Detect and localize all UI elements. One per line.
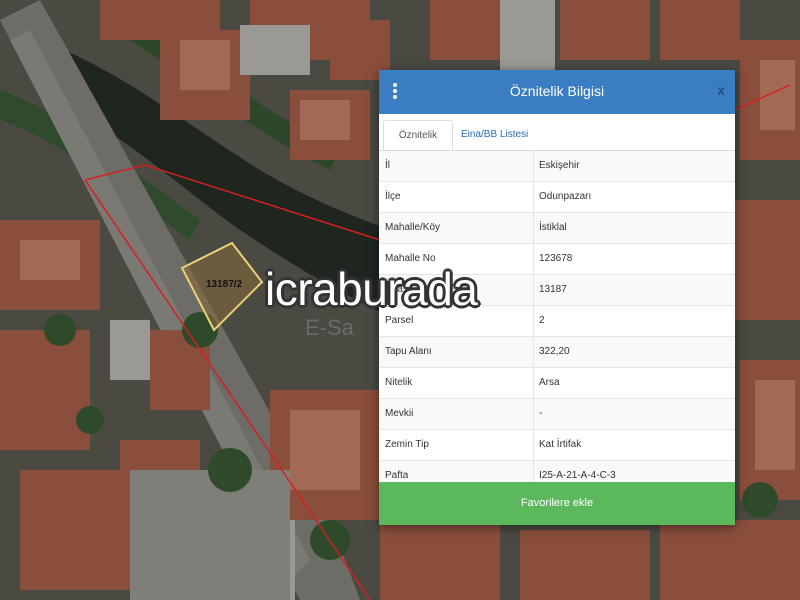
table-row: Zemin Tip Kat İrtifak [379, 430, 735, 461]
tab-attribute-info[interactable]: Öznitelik Bilgisi [383, 120, 453, 171]
panel-tabs: Öznitelik Bilgisi Eina/BB Listesi [379, 114, 735, 171]
tab-building-list[interactable]: Eina/BB Listesi [455, 120, 534, 150]
table-row: Mevkii - [379, 399, 735, 430]
row-value: Kat İrtifak [539, 439, 582, 450]
row-key: İlçe [385, 191, 401, 202]
row-key: Parsel [385, 315, 414, 326]
row-key: Tapu Alanı [385, 346, 432, 357]
row-value: I25-A-21-A-4-C-3 [539, 470, 616, 481]
row-value: Eskişehir [539, 160, 580, 171]
row-value: Arsa [539, 377, 560, 388]
table-row: İlçe Odunpazarı [379, 182, 735, 213]
row-key: Mevkii [385, 408, 414, 419]
table-row: İl Eskişehir [379, 151, 735, 182]
panel-title: Öznitelik Bilgisi [509, 83, 605, 99]
row-value: 2 [539, 315, 545, 326]
row-key: Mahalle/Köy [385, 222, 441, 233]
row-value: 123678 [539, 253, 573, 264]
row-value: Odunpazarı [539, 191, 592, 202]
table-row: Tapu Alanı 322,20 [379, 337, 735, 368]
svg-text:E-Sa: E-Sa [305, 315, 355, 340]
row-value: - [539, 408, 543, 419]
row-key: Pafta [385, 470, 409, 481]
panel-header: Öznitelik Bilgisi x [379, 70, 735, 114]
row-key: İl [385, 160, 390, 171]
row-value: 322,20 [539, 346, 570, 357]
row-value: 13187 [539, 284, 567, 295]
row-key: Zemin Tip [385, 439, 429, 450]
attribute-table: İl Eskişehir İlçe Odunpazarı Mahalle/Köy İs… [379, 151, 735, 492]
close-icon[interactable]: x [717, 82, 725, 98]
watermark-text: icraburada [265, 263, 478, 315]
table-row: Mahalle/Köy İstiklal [379, 213, 735, 244]
table-row: Nitelik Arsa [379, 368, 735, 399]
row-value: İstiklal [539, 222, 567, 233]
row-key: Nitelik [385, 377, 413, 388]
add-to-favorites-button[interactable]: Favorilere ekle [379, 482, 735, 525]
parcel-label: 13187/2 [206, 279, 243, 290]
